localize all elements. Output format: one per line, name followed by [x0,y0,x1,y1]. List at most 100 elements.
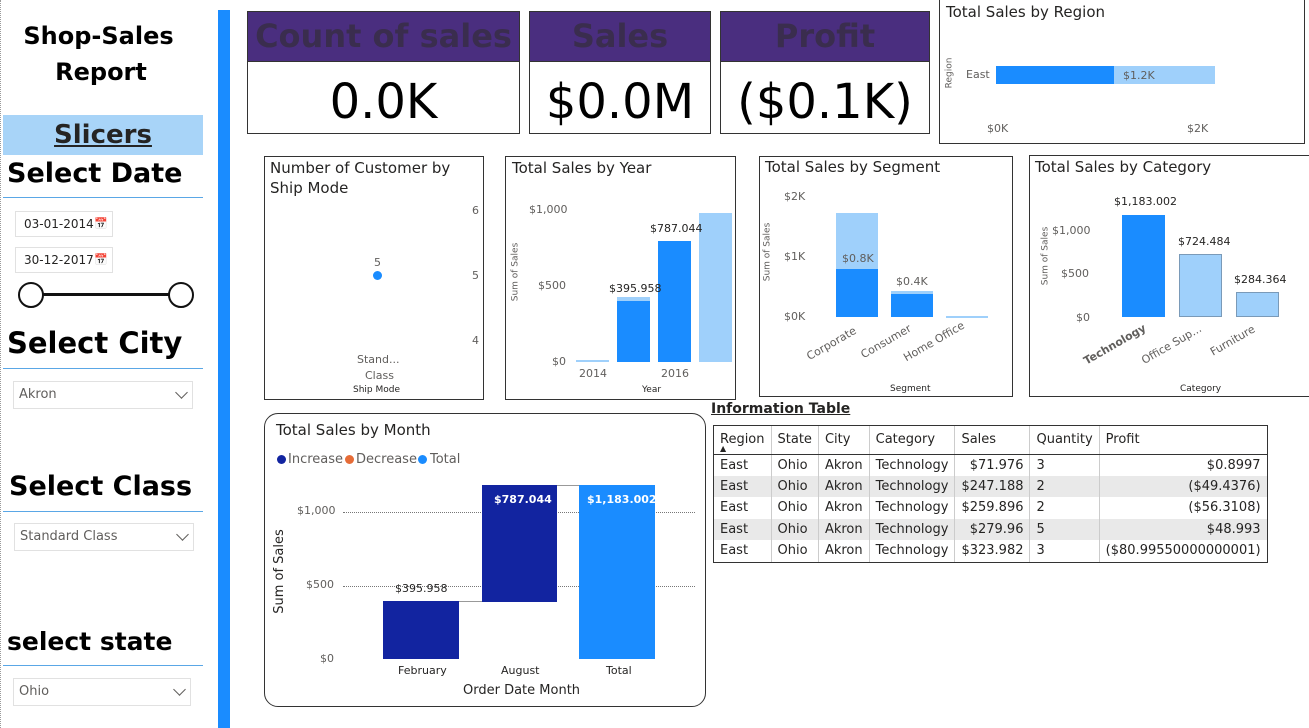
category-xlabel: Category [1180,384,1222,394]
year-bar-2016[interactable] [658,241,691,362]
segment-xlabel: Segment [890,384,931,394]
cell-profit: $0.8997 [1206,457,1261,473]
year-bar-2014[interactable] [576,360,609,362]
date-start-value: 03-01-2014 [24,217,94,231]
category-bar-office-supplies[interactable] [1179,254,1222,317]
year-bar-2015[interactable] [617,297,650,362]
card-count-value: 0.0K [247,62,520,134]
month-ytick-1000: $1,000 [297,504,336,517]
category-ylabel: Sum of Sales [1040,226,1051,286]
table-row[interactable]: East Ohio Akron Technology $71.976 3 $0.… [714,454,1267,476]
column-header-profit[interactable]: Profit [1099,426,1267,455]
shipmode-tick-5: 5 [472,269,479,282]
class-dropdown[interactable]: Standard Class [14,523,194,551]
date-end-value: 30-12-2017 [24,253,94,267]
month-xtick-february: February [398,664,447,677]
slicer-panel: Shop-Sales Report Slicers Select Date 03… [0,0,218,728]
year-chart[interactable]: Total Sales by Year Sum of Sales $1,000 … [505,156,736,400]
cell-quantity: 2 [1029,475,1100,497]
cell-city: Akron [818,497,870,519]
month-label-february: $395.958 [395,582,448,595]
segment-bar-home-office[interactable] [946,316,988,318]
shipmode-point-label: 5 [374,256,381,269]
region-chart[interactable]: Total Sales by Region Region East $1.2K … [939,0,1305,144]
cell-city: Akron [818,540,870,562]
cell-region: East [714,497,772,519]
cell-state: Ohio [771,540,819,562]
segment-chart[interactable]: Total Sales by Segment Sum of Sales $2K … [759,156,1013,397]
state-dropdown[interactable]: Ohio [13,678,191,706]
legend-total-label: Total [430,452,461,467]
date-end-input[interactable]: 30-12-2017 📅 [15,247,113,273]
chevron-down-icon [176,528,189,541]
month-chart[interactable]: Total Sales by Month Increase Decrease T… [264,413,706,707]
cell-profit: $48.993 [1099,518,1267,540]
segment-ylabel: Sum of Sales [762,222,773,282]
segment-bar-consumer[interactable] [891,291,933,317]
report-title-line2: Report [55,58,147,86]
region-bar-sales[interactable] [996,66,1114,84]
cell-sales: $323.982 [954,540,1031,562]
city-dropdown[interactable]: Akron [13,381,193,409]
calendar-icon[interactable]: 📅 [94,248,108,272]
month-bar-total[interactable] [579,485,655,659]
legend-increase-icon [277,455,286,464]
card-profit-header: Profit [720,11,930,62]
year-ytick-500: $500 [538,279,566,292]
select-date-heading: Select Date [7,158,183,189]
column-header-sales[interactable]: Sales [954,426,1031,455]
table-row[interactable]: East Ohio Akron Technology $259.896 2 ($… [714,497,1267,519]
calendar-icon[interactable]: 📅 [94,212,108,236]
date-range-end-handle[interactable] [168,282,194,308]
accent-divider-bar [218,10,230,728]
category-bar-technology[interactable] [1122,215,1165,317]
connector-line [459,601,482,602]
cell-category: Technology [869,540,956,562]
shipmode-title-line2: Ship Mode [270,179,349,197]
divider [3,368,203,369]
region-axis-label: Region [944,57,955,89]
column-header-quantity[interactable]: Quantity [1029,426,1100,455]
region-tick-1: $2K [1187,122,1209,135]
column-header-region[interactable]: Region ▲ [714,426,772,455]
cell-sales: $71.976 [954,454,1031,476]
segment-category-corporate: Corporate [804,324,859,363]
cell-region: East [714,475,772,497]
shipmode-chart[interactable]: Number of Customer by Ship Mode 6 5 4 5 … [264,156,484,400]
date-start-input[interactable]: 03-01-2014 📅 [15,211,113,237]
divider [3,665,203,666]
date-range-slider-track[interactable] [31,293,183,296]
date-range-start-handle[interactable] [18,282,44,308]
table-row[interactable]: East Ohio Akron Technology $247.188 2 ($… [714,475,1267,497]
segment-bar-corporate[interactable] [836,269,878,317]
category-bar-furniture[interactable] [1236,292,1279,317]
column-header-state[interactable]: State [771,426,819,455]
cell-region: East [714,540,772,562]
cell-profit: ($80.99550000000001) [1105,543,1261,559]
shipmode-data-point[interactable] [373,271,382,280]
region-chart-title: Total Sales by Region [946,3,1106,21]
report-title-line1: Shop-Sales [23,22,174,50]
segment-label-consumer: $0.4K [896,275,928,288]
select-class-heading: Select Class [9,471,193,502]
month-bar-february[interactable] [383,601,459,659]
column-header-city[interactable]: City [818,426,870,455]
category-chart[interactable]: Total Sales by Category Sum of Sales $1,… [1029,155,1309,397]
cell-category: Technology [869,475,956,497]
region-bar-label: $1.2K [1123,69,1155,82]
month-xtick-total: Total [606,664,632,677]
category-ytick-1000: $1,000 [1052,224,1091,237]
info-table[interactable]: Region ▲ State City Category Sales Quanti… [713,425,1268,563]
category-ytick-0: $0 [1076,311,1090,324]
sort-ascending-icon[interactable]: ▲ [720,444,726,453]
cell-category: Technology [869,518,956,540]
column-header-category[interactable]: Category [869,426,956,455]
table-row[interactable]: East Ohio Akron Technology $279.96 5 $48… [714,518,1267,540]
shipmode-xlabel: Ship Mode [353,385,401,395]
year-bar-2017[interactable] [699,213,732,362]
year-label-2016: $787.044 [650,222,703,235]
legend-total-icon [418,455,427,464]
month-xtick-august: August [501,664,540,677]
month-ytick-500: $500 [306,578,334,591]
table-row[interactable]: East Ohio Akron Technology $323.982 3 ($… [714,540,1267,562]
